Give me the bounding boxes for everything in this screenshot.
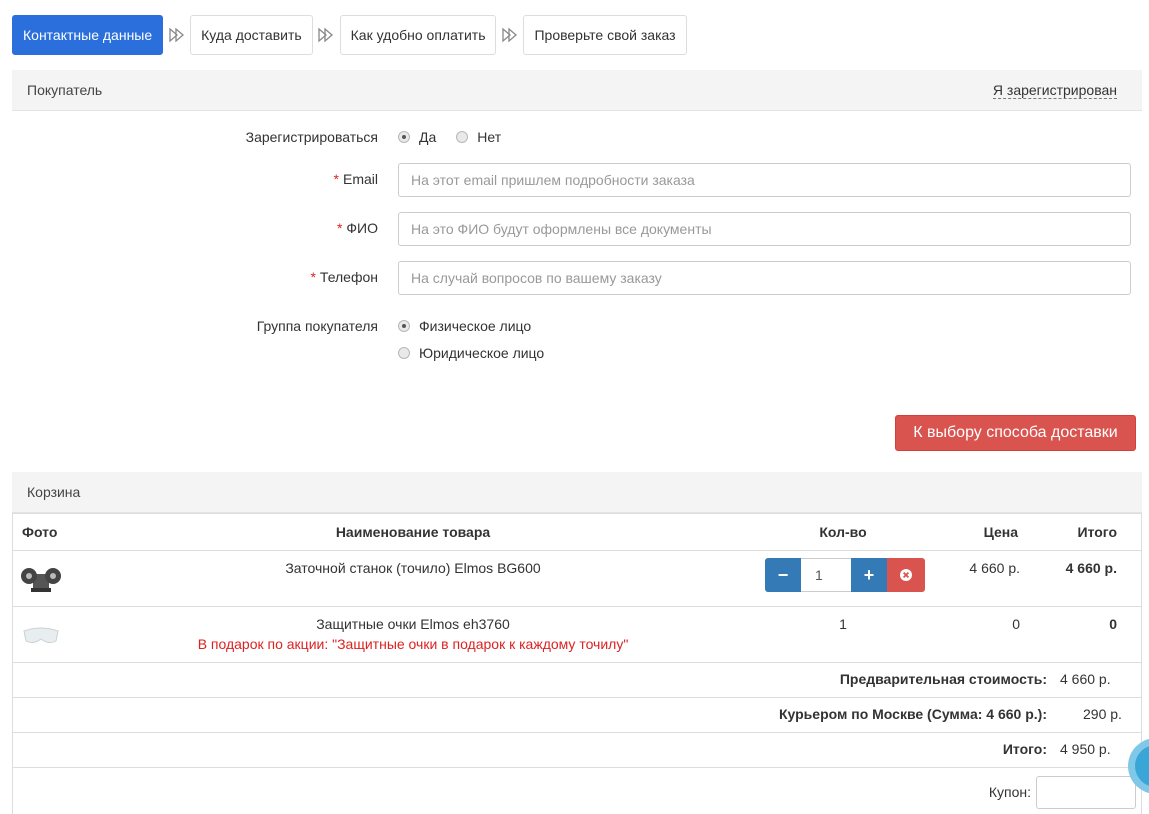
table-row: Заточной станок (точило) Elmos BG600 − 1… — [13, 551, 1141, 607]
product-photo[interactable] — [19, 560, 63, 597]
cart-table: Фото Наименование товара Кол-во Цена Ито… — [12, 513, 1142, 814]
step-label: Как удобно оплатить — [350, 27, 486, 43]
email-field[interactable] — [398, 163, 1131, 197]
step-arrow-icon — [163, 27, 190, 43]
total-row: Итого: 4 950 р. — [13, 733, 1141, 768]
item-total: 0 — [1109, 616, 1117, 632]
subtotal-row: Предварительная стоимость: 4 660 р. — [13, 663, 1141, 698]
product-name[interactable]: Защитные очки Elmos eh3760 — [213, 616, 613, 632]
register-label: Зарегистрироваться — [245, 129, 378, 145]
fio-label: * ФИО — [337, 220, 378, 236]
column-photo: Фото — [22, 524, 58, 540]
registered-link[interactable]: Я зарегистрирован — [992, 82, 1117, 99]
phone-label-text: Телефон — [319, 269, 378, 285]
delivery-row: Курьером по Москве (Сумма: 4 660 р.): 29… — [13, 698, 1141, 733]
delivery-label: Курьером по Москве (Сумма: 4 660 р.): — [778, 706, 1047, 722]
group-individual-label[interactable]: Физическое лицо — [419, 318, 531, 334]
group-legal-option[interactable]: Юридическое лицо — [398, 345, 544, 361]
delivery-value: 290 р. — [1083, 706, 1122, 722]
increase-quantity-button[interactable]: + — [851, 558, 887, 592]
subtotal-value: 4 660 р. — [1060, 671, 1111, 687]
buyer-group-label: Группа покупателя — [256, 318, 378, 334]
quantity-stepper: − 1 + — [765, 558, 925, 592]
required-mark: * — [310, 269, 316, 285]
step-delivery[interactable]: Куда доставить — [190, 15, 313, 55]
register-options: Да Нет — [398, 129, 501, 145]
group-legal-label[interactable]: Юридическое лицо — [419, 345, 544, 361]
goggles-image-icon — [23, 627, 59, 644]
item-price: 4 660 р. — [969, 560, 1020, 576]
coupon-input[interactable] — [1036, 776, 1136, 809]
step-arrow-icon — [313, 27, 340, 43]
item-price: 0 — [1012, 616, 1020, 632]
item-quantity: 1 — [839, 616, 847, 632]
fio-field[interactable] — [398, 212, 1131, 246]
coupon-label: Купон: — [988, 784, 1031, 800]
gift-note: В подарок по акции: "Защитные очки в под… — [197, 636, 629, 652]
grinder-image-icon — [21, 568, 61, 592]
step-label: Проверьте свой заказ — [534, 27, 676, 43]
register-no-radio[interactable] — [456, 131, 469, 143]
column-name: Наименование товара — [335, 524, 491, 540]
step-arrow-icon — [496, 27, 523, 43]
column-qty: Кол-во — [819, 524, 867, 540]
column-total: Итого — [1077, 524, 1117, 540]
group-individual-option[interactable]: Физическое лицо — [398, 318, 531, 334]
register-no-label[interactable]: Нет — [477, 129, 501, 145]
required-mark: * — [333, 171, 339, 187]
step-payment[interactable]: Как удобно оплатить — [339, 15, 497, 55]
product-photo[interactable] — [21, 623, 61, 652]
product-name[interactable]: Заточной станок (точило) Elmos BG600 — [213, 560, 613, 576]
decrease-quantity-button[interactable]: − — [765, 558, 801, 592]
buyer-panel-title: Покупатель — [27, 82, 103, 98]
group-legal-radio[interactable] — [398, 347, 410, 359]
phone-label: * Телефон — [310, 269, 378, 285]
register-yes-radio[interactable] — [398, 131, 410, 143]
subtotal-label: Предварительная стоимость: — [839, 671, 1047, 687]
phone-field[interactable] — [398, 261, 1131, 295]
column-price: Цена — [983, 524, 1018, 540]
item-total: 4 660 р. — [1065, 560, 1117, 576]
quantity-input[interactable]: 1 — [801, 558, 851, 592]
step-label: Куда доставить — [201, 27, 302, 43]
step-review[interactable]: Проверьте свой заказ — [523, 15, 687, 55]
coupon-row: Купон: — [13, 768, 1141, 814]
cart-panel-header: Корзина — [12, 472, 1142, 513]
cart-panel-title: Корзина — [27, 484, 81, 500]
fio-label-text: ФИО — [346, 220, 378, 236]
table-header-row: Фото Наименование товара Кол-во Цена Ито… — [13, 513, 1141, 551]
required-mark: * — [336, 220, 343, 236]
group-individual-radio[interactable] — [398, 320, 410, 332]
table-row: Защитные очки Elmos eh3760 В подарок по … — [13, 607, 1141, 663]
step-contact-data[interactable]: Контактные данные — [12, 15, 164, 55]
close-circle-icon — [900, 569, 912, 581]
step-label: Контактные данные — [23, 27, 153, 43]
register-yes-label[interactable]: Да — [419, 129, 436, 145]
grand-total-label: Итого: — [1002, 741, 1047, 757]
buyer-panel-header: Покупатель Я зарегистрирован — [12, 70, 1142, 111]
email-label: * Email — [334, 171, 378, 187]
email-label-text: Email — [342, 171, 378, 187]
checkout-steps: Контактные данные Куда доставить Как удо… — [12, 15, 687, 55]
grand-total-value: 4 950 р. — [1060, 741, 1111, 757]
next-to-delivery-button[interactable]: К выбору способа доставки — [895, 415, 1136, 451]
